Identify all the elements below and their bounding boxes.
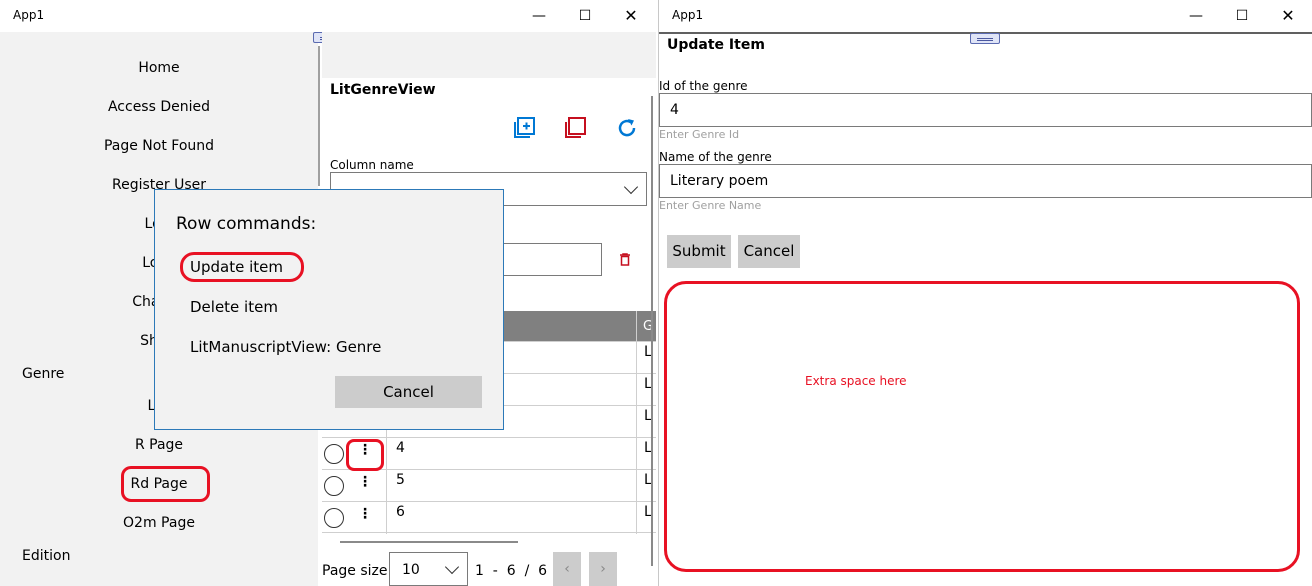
row-commands-dialog: Row commands: Update item Delete item Li… bbox=[154, 189, 504, 430]
minimize-button[interactable]: — bbox=[516, 0, 562, 32]
next-page-button[interactable]: › bbox=[589, 552, 617, 586]
more-options-icon[interactable]: ⋮ bbox=[358, 506, 372, 522]
title-bar: App1 — ☐ ✕ bbox=[659, 0, 1312, 34]
nav-group-genre: Genre bbox=[22, 366, 65, 382]
row-select-radio[interactable] bbox=[324, 476, 344, 496]
column-divider bbox=[636, 311, 637, 534]
nav-group-edition: Edition bbox=[22, 548, 71, 564]
nav-item-home[interactable]: Home bbox=[0, 60, 318, 76]
genre-name-hint: Enter Genre Name bbox=[659, 199, 762, 212]
window-title: App1 bbox=[13, 8, 45, 22]
table-row[interactable]: ⋮ 5 L bbox=[322, 469, 656, 501]
genre-id-field[interactable]: 4 bbox=[659, 93, 1312, 127]
pane-resize-handle[interactable] bbox=[970, 33, 1000, 44]
minimize-button[interactable]: — bbox=[1173, 0, 1219, 32]
page-size-value: 10 bbox=[402, 562, 420, 578]
nav-item-o2m-page[interactable]: O2m Page bbox=[0, 515, 318, 531]
id-label: Id of the genre bbox=[659, 79, 748, 93]
extra-space-annotation: Extra space here bbox=[805, 374, 907, 388]
dialog-cancel-button[interactable]: Cancel bbox=[335, 376, 482, 408]
more-options-icon[interactable]: ⋮ bbox=[358, 474, 372, 490]
manuscript-view-command[interactable]: LitManuscriptView: Genre bbox=[190, 338, 381, 356]
delete-item-command[interactable]: Delete item bbox=[190, 298, 278, 316]
copy-items-icon[interactable] bbox=[563, 116, 587, 140]
column-name-label: Column name bbox=[330, 158, 414, 172]
genre-name-field[interactable]: Literary poem bbox=[659, 164, 1312, 198]
highlight-more-options bbox=[346, 439, 384, 471]
cell-id: 5 bbox=[396, 472, 405, 488]
title-bar: App1 — ☐ ✕ bbox=[0, 0, 656, 32]
nav-item-access-denied[interactable]: Access Denied bbox=[0, 99, 318, 115]
cell-id: 4 bbox=[396, 440, 405, 456]
nav-item-r-page[interactable]: R Page bbox=[0, 437, 318, 453]
left-app-window: App1 — ☐ ✕ Home Access Denied Page Not F… bbox=[0, 0, 656, 586]
page-size-label: Page size bbox=[322, 563, 388, 579]
highlight-update-item bbox=[180, 252, 304, 282]
dialog-title: Row commands: bbox=[176, 214, 317, 234]
horizontal-scrollbar[interactable] bbox=[340, 541, 518, 543]
grid-header-col2: G bbox=[637, 311, 656, 341]
form-title: Update Item bbox=[667, 37, 765, 53]
name-label: Name of the genre bbox=[659, 150, 772, 164]
vertical-scrollbar[interactable] bbox=[651, 96, 653, 566]
submit-button[interactable]: Submit bbox=[667, 235, 731, 268]
page-range: 1 - 6 / 6 bbox=[475, 563, 548, 579]
view-title: LitGenreView bbox=[330, 82, 436, 98]
table-row[interactable]: ⋮ 6 L bbox=[322, 501, 656, 533]
pane-splitter[interactable] bbox=[318, 46, 320, 186]
cancel-button[interactable]: Cancel bbox=[738, 235, 800, 268]
prev-page-button[interactable]: ‹ bbox=[553, 552, 581, 586]
chevron-down-icon bbox=[623, 179, 639, 195]
cell-id: 6 bbox=[396, 504, 405, 520]
page-size-select[interactable]: 10 bbox=[389, 552, 468, 586]
row-select-radio[interactable] bbox=[324, 508, 344, 528]
genre-id-hint: Enter Genre Id bbox=[659, 128, 740, 141]
maximize-button[interactable]: ☐ bbox=[562, 0, 608, 32]
nav-item-page-not-found[interactable]: Page Not Found bbox=[0, 138, 318, 154]
chevron-down-icon bbox=[444, 559, 460, 575]
refresh-icon[interactable] bbox=[615, 116, 639, 140]
row-select-radio[interactable] bbox=[324, 444, 344, 464]
highlight-extra-space bbox=[664, 281, 1300, 572]
close-button[interactable]: ✕ bbox=[608, 0, 654, 32]
window-title: App1 bbox=[672, 8, 704, 22]
content-header-strip bbox=[322, 32, 656, 78]
delete-filter-icon[interactable] bbox=[619, 253, 631, 266]
right-app-window: App1 — ☐ ✕ Update Item Id of the genre 4… bbox=[658, 0, 1312, 586]
maximize-button[interactable]: ☐ bbox=[1219, 0, 1265, 32]
close-button[interactable]: ✕ bbox=[1265, 0, 1311, 32]
highlight-rd-page bbox=[121, 466, 210, 502]
add-items-icon[interactable] bbox=[512, 116, 536, 140]
